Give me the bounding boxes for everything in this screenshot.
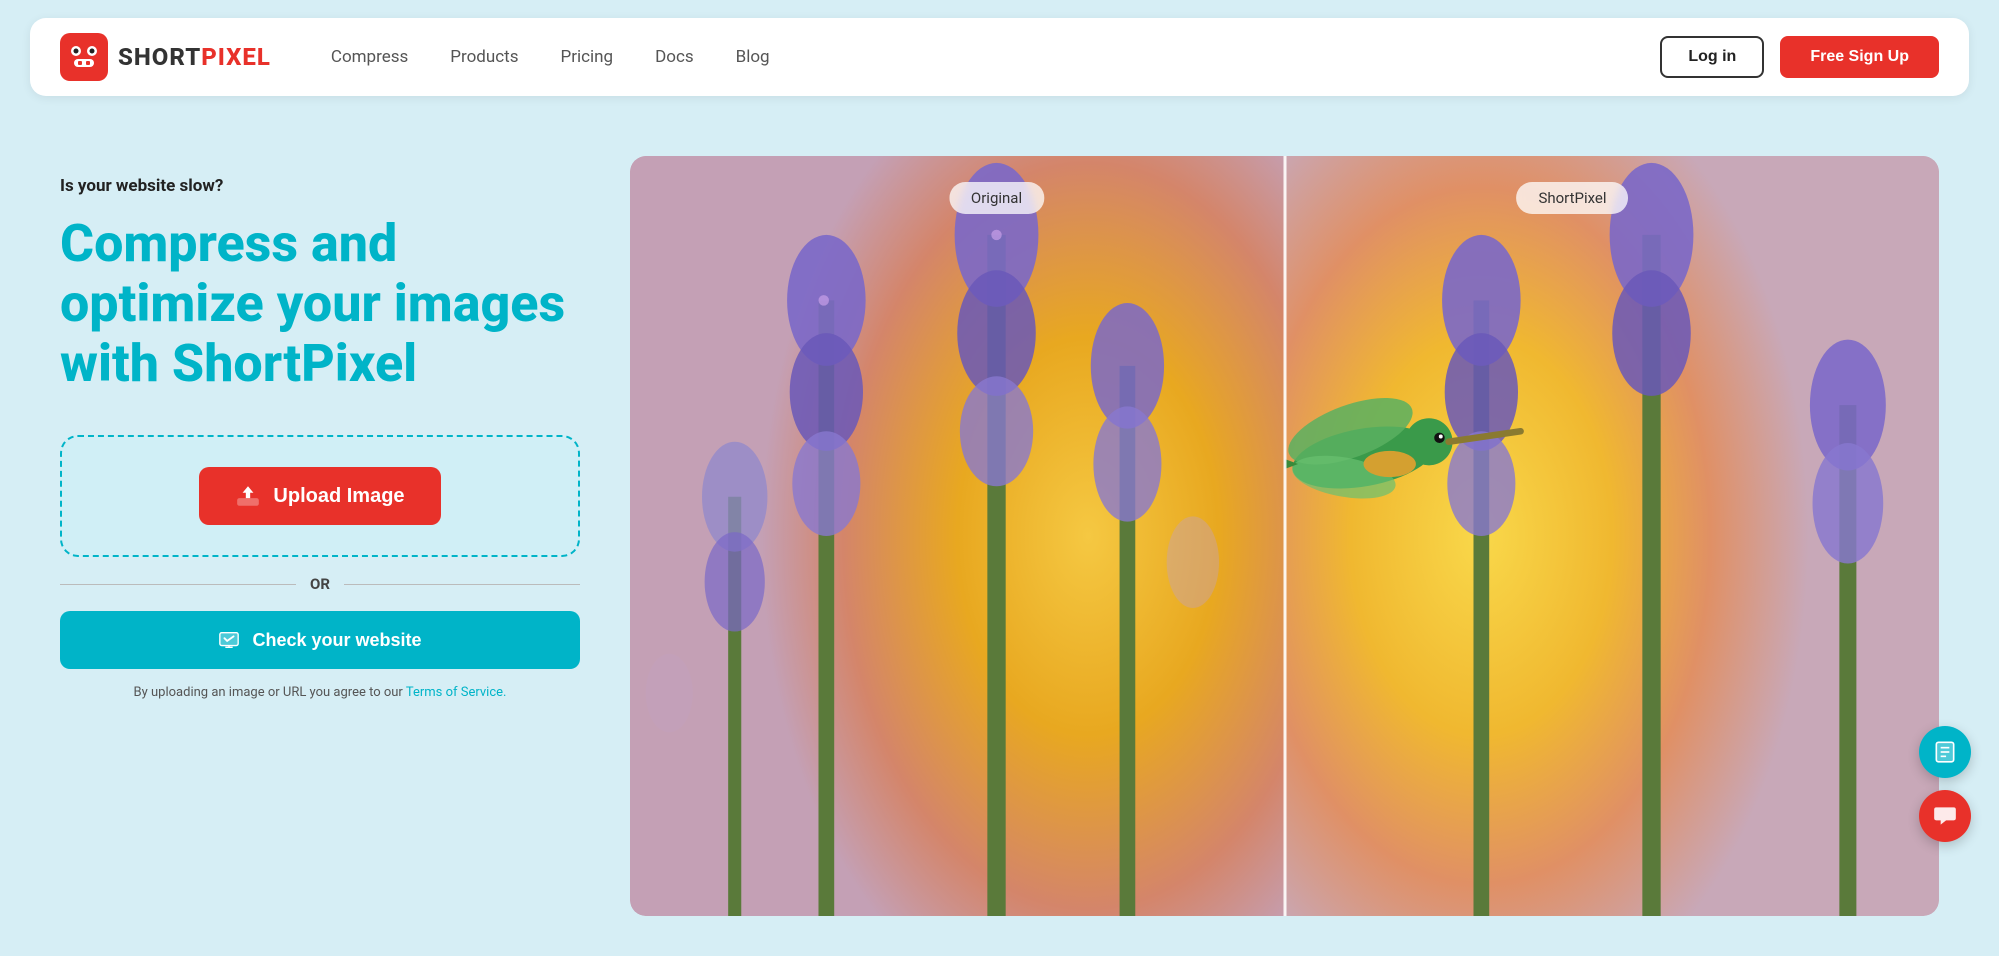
nav-links: Compress Products Pricing Docs Blog	[331, 47, 1660, 67]
website-check-icon	[218, 629, 240, 651]
terms-link[interactable]: Terms of Service.	[406, 685, 507, 700]
hero-left: Is your website slow? Compress and optim…	[60, 146, 580, 700]
nav-products[interactable]: Products	[450, 47, 518, 67]
logo-icon	[60, 33, 108, 81]
float-notepad-button[interactable]	[1919, 726, 1971, 778]
image-comparison: Original ShortPixel	[630, 156, 1939, 916]
nav-actions: Log in Free Sign Up	[1660, 36, 1939, 78]
image-shortpixel-side	[1285, 156, 1940, 916]
logo-text: SHORTPIXEL	[118, 43, 271, 71]
chat-icon	[1932, 803, 1958, 829]
nav-compress[interactable]: Compress	[331, 47, 408, 67]
hero-title: Compress and optimize your images with S…	[60, 214, 580, 393]
upload-button[interactable]: Upload Image	[199, 467, 440, 525]
flowers-left-svg	[630, 156, 1285, 916]
nav-blog[interactable]: Blog	[736, 47, 770, 67]
or-divider: OR	[60, 575, 580, 593]
nav-pricing[interactable]: Pricing	[561, 47, 614, 67]
notepad-icon	[1932, 739, 1958, 765]
flowers-right-svg	[1285, 156, 1940, 916]
image-original-side	[630, 156, 1285, 916]
label-original: Original	[949, 182, 1044, 214]
label-shortpixel: ShortPixel	[1516, 182, 1628, 214]
image-comparison-container: Original ShortPixel	[630, 156, 1939, 916]
upload-icon	[235, 483, 261, 509]
signup-button[interactable]: Free Sign Up	[1780, 36, 1939, 78]
terms-text: By uploading an image or URL you agree t…	[60, 685, 580, 700]
hero-tagline: Is your website slow?	[60, 176, 580, 196]
navbar: SHORTPIXEL Compress Products Pricing Doc…	[30, 18, 1969, 96]
nav-docs[interactable]: Docs	[655, 47, 694, 67]
hero-section: Is your website slow? Compress and optim…	[0, 96, 1999, 916]
check-website-button[interactable]: Check your website	[60, 611, 580, 669]
upload-box[interactable]: Upload Image	[60, 435, 580, 557]
float-chat-button[interactable]	[1919, 790, 1971, 842]
logo[interactable]: SHORTPIXEL	[60, 33, 271, 81]
login-button[interactable]: Log in	[1660, 36, 1764, 78]
compare-divider	[1283, 156, 1286, 916]
